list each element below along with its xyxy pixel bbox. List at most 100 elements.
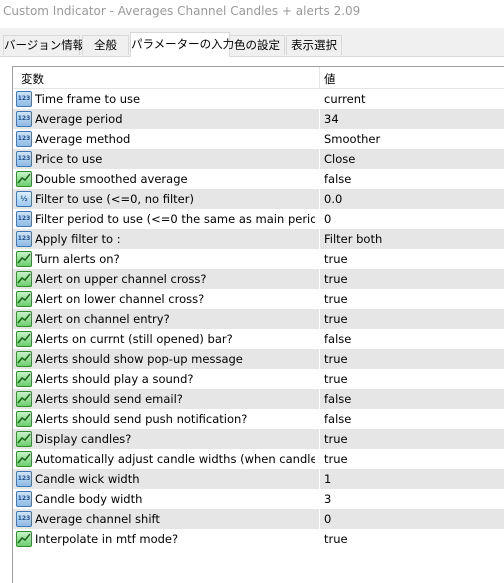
row-column-separator	[319, 229, 320, 249]
parameter-value[interactable]: Filter both	[324, 232, 382, 246]
parameter-row[interactable]: Automatically adjust candle widths (when…	[13, 449, 504, 469]
parameter-value[interactable]: true	[324, 432, 348, 446]
row-column-separator	[319, 369, 320, 389]
number-icon: 123	[16, 231, 32, 247]
parameter-row[interactable]: Double smoothed average false	[13, 169, 504, 189]
window-title: Custom Indicator - Averages Channel Cand…	[3, 4, 361, 18]
parameter-value[interactable]: true	[324, 292, 348, 306]
parameter-row[interactable]: 123 Filter period to use (<=0 the same as…	[13, 209, 504, 229]
tab-input-parameters[interactable]: パラメーターの入力	[130, 32, 234, 57]
tab-visualization[interactable]: 表示選択	[286, 35, 342, 55]
tab-general[interactable]: 全般	[82, 35, 129, 55]
parameter-value[interactable]: 0	[324, 212, 331, 226]
parameter-row[interactable]: ½ Filter to use (<=0, no filter) 0.0	[13, 189, 504, 209]
parameter-value[interactable]: true	[324, 272, 348, 286]
row-column-separator	[319, 169, 320, 189]
row-column-separator	[319, 149, 320, 169]
row-column-separator	[319, 249, 320, 269]
boolean-icon	[16, 371, 32, 387]
parameter-value[interactable]: true	[324, 452, 348, 466]
parameter-row[interactable]: Alerts should send push notification? fal…	[13, 409, 504, 429]
tab-colors[interactable]: 色の設定	[229, 35, 285, 55]
parameter-name: Alerts should play a sound?	[35, 372, 194, 386]
parameter-row[interactable]: 123 Price to use Close	[13, 149, 504, 169]
parameter-name: Alerts should show pop-up message	[35, 352, 243, 366]
tab-version-info[interactable]: バージョン情報	[3, 35, 84, 55]
row-column-separator	[319, 489, 320, 509]
parameter-row[interactable]: 123 Candle wick width 1	[13, 469, 504, 489]
parameter-value[interactable]: true	[324, 312, 348, 326]
parameter-value[interactable]: Smoother	[324, 132, 380, 146]
parameter-value[interactable]: false	[324, 332, 351, 346]
parameter-row[interactable]: Alert on upper channel cross? true	[13, 269, 504, 289]
boolean-icon	[16, 531, 32, 547]
parameter-name: Alert on channel entry?	[35, 312, 170, 326]
boolean-icon	[16, 311, 32, 327]
variable-column-header[interactable]: 変数	[21, 71, 44, 87]
boolean-icon	[16, 411, 32, 427]
boolean-icon	[16, 171, 32, 187]
parameter-name: Time frame to use	[35, 92, 141, 106]
parameter-value[interactable]: 0.0	[324, 192, 342, 206]
number-icon: 123	[16, 511, 32, 527]
number-icon: 123	[16, 131, 32, 147]
parameter-rows: 123 Time frame to use current 123 Average pe…	[13, 89, 504, 549]
parameter-row[interactable]: 123 Average method Smoother	[13, 129, 504, 149]
row-column-separator	[319, 289, 320, 309]
parameter-name: Average method	[35, 132, 131, 146]
parameter-row[interactable]: Alerts should send email? false	[13, 389, 504, 409]
parameter-row[interactable]: 123 Apply filter to : Filter both	[13, 229, 504, 249]
parameter-row[interactable]: Turn alerts on? true	[13, 249, 504, 269]
row-column-separator	[319, 269, 320, 289]
parameter-name: Alerts should send push notification?	[35, 412, 248, 426]
parameter-row[interactable]: Alert on lower channel cross? true	[13, 289, 504, 309]
row-column-separator	[319, 209, 320, 229]
title-bar: Custom Indicator - Averages Channel Cand…	[0, 0, 504, 28]
parameter-row[interactable]: Alerts should play a sound? true	[13, 369, 504, 389]
parameter-value[interactable]: current	[324, 92, 366, 106]
parameter-name: Price to use	[35, 152, 103, 166]
parameter-value[interactable]: false	[324, 412, 351, 426]
parameter-row[interactable]: Display candles? true	[13, 429, 504, 449]
parameter-value[interactable]: false	[324, 392, 351, 406]
parameter-name: Interpolate in mtf mode?	[35, 532, 179, 546]
parameter-row[interactable]: 123 Average period 34	[13, 109, 504, 129]
parameter-row[interactable]: Alerts on currnt (still opened) bar? fals…	[13, 329, 504, 349]
parameter-value[interactable]: true	[324, 532, 348, 546]
row-column-separator	[319, 109, 320, 129]
parameter-row[interactable]: 123 Time frame to use current	[13, 89, 504, 109]
row-column-separator	[319, 309, 320, 329]
parameter-name: Turn alerts on?	[35, 252, 120, 266]
parameter-value[interactable]: true	[324, 372, 348, 386]
number-icon: 123	[16, 91, 32, 107]
parameter-row[interactable]: 123 Average channel shift 0	[13, 509, 504, 529]
parameter-row[interactable]: Alert on channel entry? true	[13, 309, 504, 329]
parameter-value[interactable]: false	[324, 172, 351, 186]
parameter-name: Apply filter to :	[35, 232, 121, 246]
parameter-name: Double smoothed average	[35, 172, 188, 186]
boolean-icon	[16, 271, 32, 287]
tab-strip: バージョン情報 全般 パラメーターの入力 色の設定 表示選択	[0, 28, 504, 57]
row-column-separator	[319, 189, 320, 209]
parameter-name: Alert on upper channel cross?	[35, 272, 207, 286]
parameter-row[interactable]: 123 Candle body width 3	[13, 489, 504, 509]
column-separator[interactable]	[319, 67, 320, 89]
row-column-separator	[319, 129, 320, 149]
parameter-value[interactable]: 0	[324, 512, 331, 526]
parameter-value[interactable]: 34	[324, 112, 339, 126]
parameter-row[interactable]: Alerts should show pop-up message true	[13, 349, 504, 369]
double-icon: ½	[16, 191, 32, 207]
row-column-separator	[319, 469, 320, 489]
boolean-icon	[16, 251, 32, 267]
value-column-header[interactable]: 値	[324, 71, 336, 87]
parameter-value[interactable]: Close	[324, 152, 355, 166]
number-icon: 123	[16, 151, 32, 167]
grid-header: 変数 値	[13, 67, 504, 89]
parameter-row[interactable]: Interpolate in mtf mode? true	[13, 529, 504, 549]
parameter-value[interactable]: true	[324, 252, 348, 266]
parameter-value[interactable]: true	[324, 352, 348, 366]
row-column-separator	[319, 509, 320, 529]
parameter-value[interactable]: 1	[324, 472, 331, 486]
number-icon: 123	[16, 471, 32, 487]
parameter-value[interactable]: 3	[324, 492, 331, 506]
